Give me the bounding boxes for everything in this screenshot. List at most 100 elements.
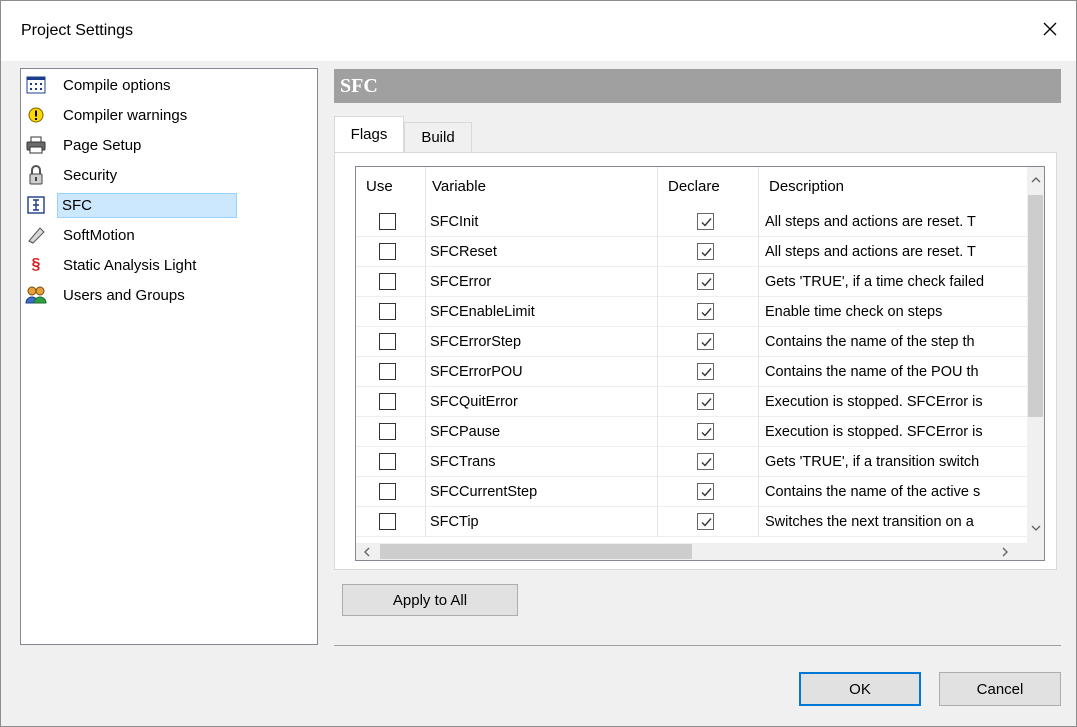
use-cell [356, 477, 426, 507]
use-cell [356, 387, 426, 417]
horizontal-scrollbar[interactable] [356, 543, 1044, 560]
tree-item-sfc[interactable]: SFC [23, 191, 315, 219]
tree-item-label: Users and Groups [63, 286, 185, 304]
scroll-left-icon[interactable] [358, 543, 375, 560]
declare-checkbox[interactable] [697, 363, 714, 380]
vertical-scroll-thumb[interactable] [1028, 195, 1043, 417]
scroll-right-icon[interactable] [996, 543, 1013, 560]
table-row[interactable]: SFCTip Switches the next transition on a [356, 507, 1028, 537]
table-row[interactable]: SFCInit All steps and actions are reset. … [356, 207, 1028, 237]
checkmark-icon [701, 278, 712, 287]
printer-icon [25, 134, 47, 156]
checkmark-icon [701, 218, 712, 227]
tree-item-softmotion[interactable]: SoftMotion [23, 221, 315, 249]
use-checkbox[interactable] [379, 483, 396, 500]
cancel-button[interactable]: Cancel [939, 672, 1061, 706]
declare-checkbox[interactable] [697, 243, 714, 260]
table-row[interactable]: SFCError Gets 'TRUE', if a time check fai… [356, 267, 1028, 297]
description-cell: Switches the next transition on a [765, 514, 974, 530]
declare-checkbox[interactable] [697, 273, 714, 290]
tab-build[interactable]: Build [404, 122, 472, 152]
tree-item-label: Static Analysis Light [63, 256, 197, 274]
checkmark-icon [701, 488, 712, 497]
use-checkbox[interactable] [379, 213, 396, 230]
declare-cell [658, 237, 759, 267]
declare-checkbox[interactable] [697, 453, 714, 470]
use-checkbox[interactable] [379, 453, 396, 470]
paragraph-icon: § [31, 256, 41, 273]
use-checkbox[interactable] [379, 273, 396, 290]
title-bar: Project Settings [1, 1, 1076, 61]
description-cell: All steps and actions are reset. T [765, 214, 976, 230]
tree-item-users-and-groups[interactable]: Users and Groups [23, 281, 315, 309]
tree-item-static-analysis-light[interactable]: § Static Analysis Light [23, 251, 315, 279]
declare-cell [658, 507, 759, 537]
table-row[interactable]: SFCCurrentStep Contains the name of the a… [356, 477, 1028, 507]
declare-cell [658, 387, 759, 417]
table-row[interactable]: SFCQuitError Execution is stopped. SFCErr… [356, 387, 1028, 417]
use-checkbox[interactable] [379, 423, 396, 440]
use-cell [356, 267, 426, 297]
scroll-up-icon[interactable] [1027, 171, 1044, 188]
variable-cell: SFCTrans [426, 447, 658, 477]
declare-checkbox[interactable] [697, 303, 714, 320]
scroll-down-icon[interactable] [1027, 519, 1044, 536]
tree-item-label: SFC [57, 192, 237, 218]
declare-cell [658, 207, 759, 237]
separator [334, 645, 1061, 646]
use-cell [356, 447, 426, 477]
column-header-variable[interactable]: Variable [426, 167, 658, 207]
description-cell: Enable time check on steps [765, 304, 943, 320]
use-cell [356, 327, 426, 357]
tree-item-page-setup[interactable]: Page Setup [23, 131, 315, 159]
declare-cell [658, 417, 759, 447]
use-checkbox[interactable] [379, 333, 396, 350]
column-header-use[interactable]: Use [356, 167, 426, 207]
description-cell: Gets 'TRUE', if a transition switch [765, 454, 980, 470]
declare-checkbox[interactable] [697, 333, 714, 350]
declare-checkbox[interactable] [697, 213, 714, 230]
declare-checkbox[interactable] [697, 393, 714, 410]
column-header-declare[interactable]: Declare [658, 167, 759, 207]
tree-item-compiler-warnings[interactable]: Compiler warnings [23, 101, 315, 129]
use-checkbox[interactable] [379, 513, 396, 530]
tree-item-compile-options[interactable]: Compile options [23, 71, 315, 99]
table-row[interactable]: SFCPause Execution is stopped. SFCError i… [356, 417, 1028, 447]
variable-cell: SFCCurrentStep [426, 477, 658, 507]
column-header-description[interactable]: Description [759, 167, 1028, 207]
use-checkbox[interactable] [379, 243, 396, 260]
description-cell: Contains the name of the step th [765, 334, 975, 350]
declare-checkbox[interactable] [697, 423, 714, 440]
settings-category-tree[interactable]: Compile options Compiler warnings Page S… [20, 68, 318, 645]
table-row[interactable]: SFCEnableLimit Enable time check on steps [356, 297, 1028, 327]
variable-cell: SFCQuitError [426, 387, 658, 417]
use-checkbox[interactable] [379, 393, 396, 410]
use-checkbox[interactable] [379, 363, 396, 380]
declare-cell [658, 447, 759, 477]
close-button[interactable] [1032, 11, 1068, 47]
checkmark-icon [701, 248, 712, 257]
tree-item-label: Compile options [63, 76, 171, 94]
tree-item-security[interactable]: Security [23, 161, 315, 189]
variable-cell: SFCErrorStep [426, 327, 658, 357]
declare-checkbox[interactable] [697, 513, 714, 530]
ok-button[interactable]: OK [799, 672, 921, 706]
table-row[interactable]: SFCTrans Gets 'TRUE', if a transition swi… [356, 447, 1028, 477]
use-cell [356, 507, 426, 537]
use-cell [356, 297, 426, 327]
description-cell: All steps and actions are reset. T [765, 244, 976, 260]
apply-to-all-button[interactable]: Apply to All [342, 584, 518, 616]
tree-item-label: SoftMotion [63, 226, 135, 244]
use-checkbox[interactable] [379, 303, 396, 320]
declare-checkbox[interactable] [697, 483, 714, 500]
horizontal-scroll-thumb[interactable] [380, 544, 692, 559]
table-row[interactable]: SFCReset All steps and actions are reset.… [356, 237, 1028, 267]
table-row[interactable]: SFCErrorStep Contains the name of the ste… [356, 327, 1028, 357]
tab-flags[interactable]: Flags [334, 116, 404, 152]
table-row[interactable]: SFCErrorPOU Contains the name of the POU … [356, 357, 1028, 387]
sfc-icon [25, 194, 47, 216]
checkmark-icon [701, 458, 712, 467]
vertical-scrollbar[interactable] [1027, 167, 1044, 543]
checkmark-icon [701, 518, 712, 527]
lock-icon [25, 164, 47, 186]
